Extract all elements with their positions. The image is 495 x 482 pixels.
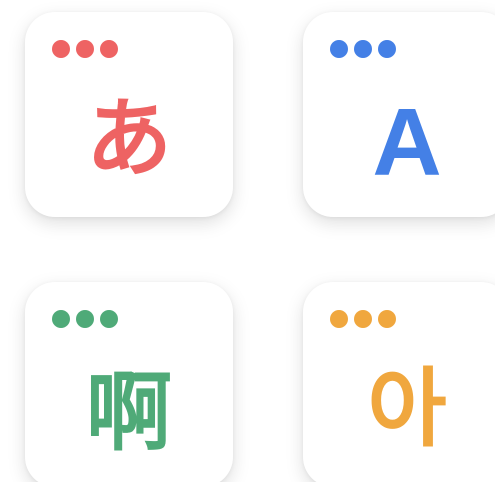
language-grid: あ A 啊 아 bbox=[0, 0, 495, 482]
dot bbox=[378, 40, 396, 58]
window-dots-icon bbox=[330, 310, 396, 328]
language-card-japanese[interactable]: あ bbox=[25, 12, 233, 217]
dot bbox=[100, 310, 118, 328]
language-glyph: A bbox=[372, 89, 442, 196]
dot bbox=[52, 310, 70, 328]
language-glyph: 아 bbox=[367, 359, 447, 459]
dot bbox=[330, 40, 348, 58]
window-dots-icon bbox=[52, 40, 118, 58]
language-card-chinese[interactable]: 啊 bbox=[25, 282, 233, 482]
dot bbox=[76, 40, 94, 58]
language-card-english[interactable]: A bbox=[303, 12, 495, 217]
dot bbox=[378, 310, 396, 328]
dot bbox=[100, 40, 118, 58]
window-dots-icon bbox=[52, 310, 118, 328]
language-glyph: あ bbox=[86, 89, 172, 189]
language-card-korean[interactable]: 아 bbox=[303, 282, 495, 482]
window-dots-icon bbox=[330, 40, 396, 58]
dot bbox=[76, 310, 94, 328]
dot bbox=[354, 310, 372, 328]
dot bbox=[330, 310, 348, 328]
language-glyph: 啊 bbox=[86, 363, 172, 463]
dot bbox=[354, 40, 372, 58]
dot bbox=[52, 40, 70, 58]
